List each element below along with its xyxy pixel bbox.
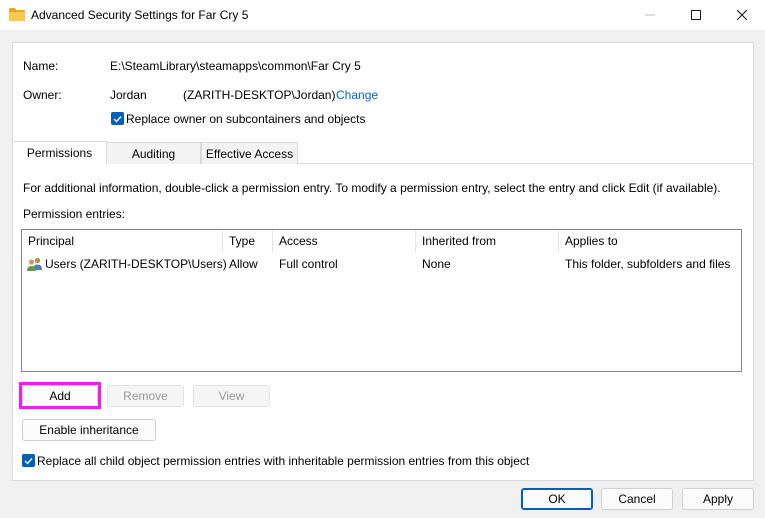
cancel-button[interactable]: Cancel (601, 488, 673, 510)
checkmark-icon (113, 115, 122, 123)
column-header-principal[interactable]: Principal (22, 230, 223, 252)
replace-owner-checkbox[interactable] (111, 112, 124, 125)
view-button[interactable]: View (193, 385, 270, 407)
replace-owner-label: Replace owner on subcontainers and objec… (126, 112, 366, 126)
tab-effective-access[interactable]: Effective Access (201, 142, 298, 164)
owner-name: Jordan (110, 88, 147, 102)
enable-inheritance-button[interactable]: Enable inheritance (22, 419, 156, 441)
tab-auditing[interactable]: Auditing (106, 142, 201, 164)
replace-child-permissions-label: Replace all child object permission entr… (37, 454, 530, 468)
name-label: Name: (23, 59, 59, 73)
minimize-button[interactable] (627, 0, 673, 30)
owner-account: (ZARITH-DESKTOP\Jordan) (183, 88, 336, 102)
owner-label: Owner: (23, 88, 62, 102)
permissions-info-text: For additional information, double-click… (23, 181, 721, 195)
title-bar: Advanced Security Settings for Far Cry 5 (0, 0, 765, 30)
column-header-type[interactable]: Type (223, 230, 273, 252)
window-title: Advanced Security Settings for Far Cry 5 (31, 8, 249, 22)
close-button[interactable] (719, 0, 765, 30)
principal-name: Users (ZARITH-DESKTOP\Users) (45, 257, 227, 271)
checkmark-icon (24, 457, 33, 465)
column-header-access[interactable]: Access (273, 230, 416, 252)
apply-button[interactable]: Apply (682, 488, 754, 510)
column-header-inherited-from[interactable]: Inherited from (416, 230, 559, 252)
row-applies-to: This folder, subfolders and files (565, 257, 731, 271)
name-value: E:\SteamLibrary\steamapps\common\Far Cry… (110, 59, 361, 73)
change-owner-link[interactable]: Change (336, 88, 378, 102)
row-inherited-from: None (422, 257, 451, 271)
replace-child-permissions-checkbox[interactable] (22, 454, 35, 467)
ok-button[interactable]: OK (521, 488, 593, 510)
row-principal: Users (ZARITH-DESKTOP\Users) (26, 254, 227, 274)
permission-entries-label: Permission entries: (23, 207, 126, 221)
column-header-applies-to[interactable]: Applies to (559, 230, 742, 252)
row-type: Allow (229, 257, 258, 271)
users-group-icon (27, 257, 42, 271)
maximize-button[interactable] (673, 0, 719, 30)
folder-icon (9, 8, 25, 21)
add-button-highlight (19, 382, 101, 409)
tab-permissions[interactable]: Permissions (12, 141, 107, 164)
permission-entries-list[interactable]: Principal Type Access Inherited from App… (21, 229, 742, 372)
row-access: Full control (279, 257, 338, 271)
remove-button[interactable]: Remove (107, 385, 184, 407)
